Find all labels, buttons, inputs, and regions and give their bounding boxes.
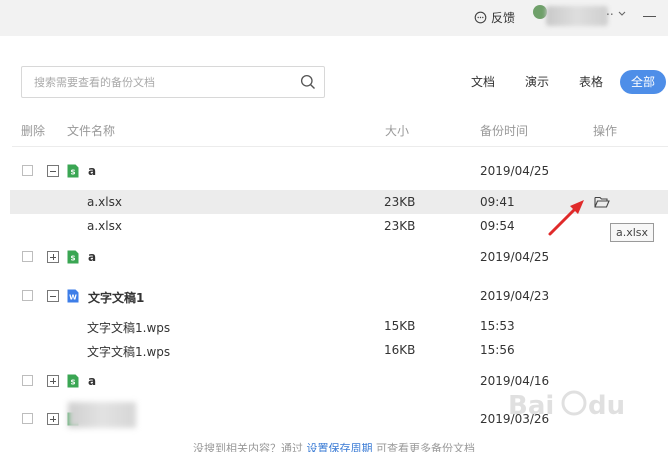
footer-prefix: 没搜到相关内容？通过 [193, 442, 307, 452]
file-time: 09:41 [480, 195, 515, 209]
file-size: 23KB [384, 219, 416, 233]
svg-text:S: S [70, 255, 75, 263]
file-row[interactable]: 文字文稿1.wps 16KB 15:56 [10, 338, 668, 362]
group-checkbox[interactable] [22, 375, 33, 386]
baidu-watermark-logo: Bai du [508, 390, 625, 421]
group-date: 2019/04/25 [480, 164, 550, 178]
feedback-button[interactable]: 反馈 [474, 8, 515, 26]
file-time: 09:54 [480, 219, 515, 233]
svg-text:S: S [70, 379, 75, 387]
file-size: 15KB [384, 319, 416, 333]
file-name: 文字文稿1.wps [87, 345, 171, 359]
feedback-label: 反馈 [491, 10, 516, 25]
collapse-toggle-icon[interactable] [47, 290, 59, 302]
file-time: 15:56 [480, 343, 515, 357]
group-name: 文字文稿1 [88, 291, 145, 305]
header-divider [12, 146, 668, 147]
group-checkbox[interactable] [22, 251, 33, 262]
group-checkbox[interactable] [22, 290, 33, 301]
svg-text:du: du [588, 391, 625, 421]
header-action: 操作 [593, 124, 618, 138]
user-name-ellipsis: .. [606, 4, 614, 18]
filter-doc[interactable]: 文档 [471, 72, 495, 92]
avatar[interactable] [533, 5, 547, 19]
spreadsheet-file-icon: S [67, 374, 79, 388]
filter-all[interactable]: 全部 [620, 70, 667, 94]
pointer-arrow-icon [548, 200, 584, 236]
file-row[interactable]: 文字文稿1.wps 15KB 15:53 [10, 314, 668, 338]
header-filename: 文件名称 [67, 124, 116, 138]
collapse-toggle-icon[interactable] [47, 165, 59, 177]
chevron-down-icon[interactable] [618, 11, 626, 17]
group-name: a [88, 250, 97, 264]
filter-sheet[interactable]: 表格 [579, 72, 603, 92]
expand-toggle-icon[interactable] [47, 413, 59, 425]
file-name: a.xlsx [87, 195, 122, 209]
footer-suffix: 可查看更多备份文档 [372, 442, 475, 452]
header-size: 大小 [385, 124, 410, 138]
file-name: 文字文稿1.wps [87, 321, 171, 335]
document-file-icon: W [67, 289, 79, 303]
save-period-link[interactable]: 设置保存周期 [307, 442, 373, 452]
file-name: a.xlsx [87, 219, 122, 233]
spreadsheet-file-icon: S [67, 164, 79, 178]
group-row[interactable]: W 文字文稿1 2019/04/23 [10, 284, 668, 308]
group-row[interactable]: S a 2019/04/25 [10, 245, 668, 269]
group-checkbox[interactable] [22, 413, 33, 424]
svg-text:S: S [70, 169, 75, 177]
footer-hint: 没搜到相关内容？通过 设置保存周期 可查看更多备份文档 [0, 440, 668, 452]
minimize-icon[interactable] [643, 16, 656, 17]
filter-presentation[interactable]: 演示 [525, 72, 549, 92]
svg-text:Bai: Bai [508, 391, 554, 421]
group-name-blurred [68, 402, 136, 428]
header-delete: 删除 [21, 124, 46, 138]
expand-toggle-icon[interactable] [47, 375, 59, 387]
header-backup-time: 备份时间 [480, 124, 529, 138]
open-folder-icon[interactable] [594, 195, 610, 209]
group-name: a [88, 374, 97, 388]
group-row[interactable]: S a 2019/04/25 [10, 159, 668, 183]
tooltip: a.xlsx [610, 223, 654, 242]
expand-toggle-icon[interactable] [47, 251, 59, 263]
search-box [21, 66, 325, 98]
file-time: 15:53 [480, 319, 515, 333]
file-size: 23KB [384, 195, 416, 209]
group-name: a [88, 164, 97, 178]
top-bar: 反馈 .. [0, 0, 668, 36]
feedback-icon [474, 11, 487, 23]
group-date: 2019/04/23 [480, 289, 550, 303]
file-size: 16KB [384, 343, 416, 357]
search-input[interactable] [34, 73, 284, 91]
group-date: 2019/04/25 [480, 250, 550, 264]
spreadsheet-file-icon: S [67, 250, 79, 264]
svg-text:W: W [69, 294, 77, 302]
user-name-blurred[interactable] [546, 6, 608, 26]
search-icon[interactable] [300, 74, 316, 90]
group-checkbox[interactable] [22, 165, 33, 176]
